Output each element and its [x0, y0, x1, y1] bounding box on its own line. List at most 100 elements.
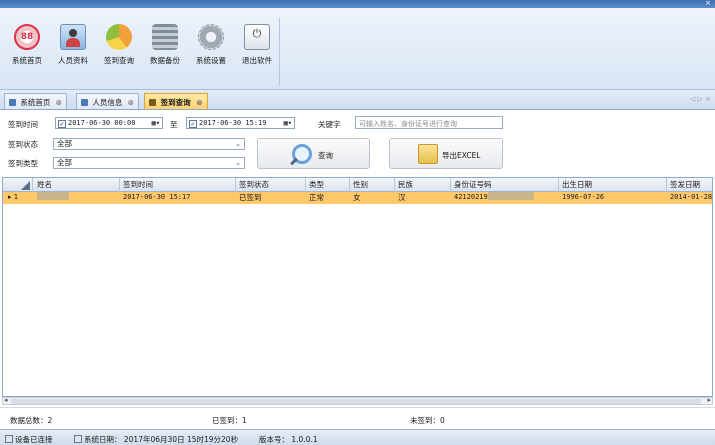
settings-button[interactable]: 系统设置	[188, 24, 234, 66]
sign-query-button[interactable]: 签到查询	[96, 24, 142, 66]
start-date-checkbox[interactable]: ✓	[58, 120, 66, 128]
version-info: 版本号： 1.0.0.1	[259, 434, 318, 445]
column-header-ethnicity[interactable]: 民族	[395, 178, 451, 192]
cell-issue-date[interactable]: 2014-01-28	[667, 192, 712, 204]
keyword-label: 关键字	[318, 120, 341, 129]
status-bar: 设备已连接 系统日期： 2017年06月30日 15时19分20秒 版本号： 1…	[0, 429, 715, 445]
unsigned-count: 未签到：0	[410, 416, 445, 425]
signed-count: 已签到：1	[212, 416, 247, 425]
personnel-button[interactable]: 人员资料	[50, 24, 96, 66]
chevron-down-icon[interactable]: ⌄	[235, 139, 241, 149]
tab-personnel-label: 人员信息	[92, 98, 123, 107]
column-header-issue-date[interactable]: 签发日期	[667, 178, 712, 192]
sign-time-label: 签到时间	[8, 120, 38, 129]
tab-navigation[interactable]: ◁ ▷ ×	[690, 95, 711, 103]
system-date-value: 2017年06月30日 15时19分20秒	[123, 435, 239, 444]
column-header-sign-time[interactable]: 签到时间	[120, 178, 236, 192]
sign-type-label: 签到类型	[8, 159, 38, 168]
column-header-type[interactable]: 类型	[306, 178, 350, 192]
device-status-text: 设备已连接	[15, 435, 53, 444]
folder-icon	[418, 144, 438, 164]
end-date-checkbox[interactable]: ✓	[189, 120, 197, 128]
tab-close-icon[interactable]: ⊗	[56, 98, 62, 107]
sign-status-value: 全部	[57, 139, 72, 148]
total-count: 数据总数：2	[10, 416, 53, 425]
column-header-name[interactable]: 姓名	[34, 178, 120, 192]
scroll-right-icon[interactable]: ▸	[707, 396, 711, 404]
tab-sign-query[interactable]: 签到查询 ⊗	[144, 93, 208, 109]
column-header-id-number[interactable]: 身份证号码	[451, 178, 559, 192]
sign-query-button-label: 签到查询	[104, 56, 134, 65]
data-backup-button[interactable]: 数据备份	[142, 24, 188, 66]
tab-personnel[interactable]: 人员信息 ⊗	[76, 93, 140, 109]
exit-button[interactable]: ⏻ 退出软件	[234, 24, 280, 66]
tab-close-icon[interactable]: ⊗	[196, 98, 202, 107]
start-date-value: 2017-06-30 00:00	[68, 119, 136, 127]
home-tab-icon	[9, 99, 16, 106]
export-excel-button[interactable]: 导出EXCEL	[389, 138, 503, 169]
cell-name[interactable]	[34, 192, 120, 204]
cell-id-number-text: 42120219	[454, 193, 488, 201]
user-tab-icon	[81, 99, 88, 106]
row-indicator[interactable]: ▸ 1	[3, 192, 33, 204]
system-date-label: 系统日期：	[84, 435, 122, 444]
end-date-value: 2017-06-30 15:19	[199, 119, 267, 127]
export-button-label: 导出EXCEL	[442, 151, 481, 160]
tab-sign-query-label: 签到查询	[160, 98, 191, 107]
tab-home-label: 系统首页	[20, 98, 51, 107]
ribbon-group-main: 88 系统首页 人员资料 签到查询 数据备份 系统设置 ⏻ 退出软件	[4, 18, 280, 86]
table-row[interactable]: ▸ 1 2017-06-30 15:17 已签到 正常 女 汉 42120219…	[3, 192, 712, 204]
cell-sign-time[interactable]: 2017-06-30 15:17	[120, 192, 236, 204]
cell-status[interactable]: 已签到	[236, 192, 306, 204]
home-button-label: 系统首页	[12, 56, 42, 65]
redacted-id	[487, 192, 534, 200]
query-tab-icon	[149, 99, 156, 106]
personnel-button-label: 人员资料	[58, 56, 88, 65]
window-titlebar: ×	[0, 0, 715, 8]
summary-bar: 数据总数：2 已签到：1 未签到：0	[0, 407, 715, 429]
home-icon: 88	[14, 24, 40, 50]
horizontal-scrollbar[interactable]: ◂ ▸	[2, 396, 713, 405]
cell-gender[interactable]: 女	[350, 192, 395, 204]
calendar-icon	[74, 435, 82, 443]
keyword-input[interactable]: 可输入姓名、身份证号进行查询	[355, 116, 503, 129]
version-label: 版本号：	[259, 435, 289, 444]
device-icon	[5, 435, 13, 443]
cell-type[interactable]: 正常	[306, 192, 350, 204]
tab-home[interactable]: 系统首页 ⊗	[4, 93, 68, 109]
row-index: 1	[13, 193, 19, 201]
select-all-corner[interactable]	[3, 178, 33, 192]
tab-close-icon[interactable]: ⊗	[128, 98, 134, 107]
home-button[interactable]: 88 系统首页	[4, 24, 50, 66]
column-header-gender[interactable]: 性别	[350, 178, 395, 192]
sign-type-select[interactable]: 全部 ⌄	[53, 157, 245, 169]
column-header-status[interactable]: 签到状态	[236, 178, 306, 192]
cell-ethnicity[interactable]: 汉	[395, 192, 451, 204]
end-date-picker[interactable]: ✓ 2017-06-30 15:19 ▦▾	[186, 117, 295, 129]
scroll-left-icon[interactable]: ◂	[4, 396, 8, 404]
system-date: 系统日期： 2017年06月30日 15时19分20秒	[74, 434, 238, 445]
ribbon-toolbar: 88 系统首页 人员资料 签到查询 数据备份 系统设置 ⏻ 退出软件	[0, 8, 715, 90]
exit-button-label: 退出软件	[242, 56, 272, 65]
calendar-dropdown-icon[interactable]: ▦▾	[284, 118, 292, 128]
settings-button-label: 系统设置	[196, 56, 226, 65]
cell-birth-date[interactable]: 1996-07-26	[559, 192, 667, 204]
power-icon: ⏻	[244, 24, 270, 50]
calendar-dropdown-icon[interactable]: ▦▾	[152, 118, 160, 128]
query-button[interactable]: 查询	[257, 138, 370, 169]
scrollbar-thumb[interactable]	[11, 399, 701, 404]
version-value: 1.0.0.1	[291, 435, 318, 444]
column-header-birth-date[interactable]: 出生日期	[559, 178, 667, 192]
pie-chart-icon	[106, 24, 132, 50]
chevron-down-icon[interactable]: ⌄	[235, 158, 241, 168]
window-close-button[interactable]: ×	[705, 0, 711, 7]
sign-status-select[interactable]: 全部 ⌄	[53, 138, 245, 150]
database-icon	[152, 24, 178, 50]
sign-status-label: 签到状态	[8, 140, 38, 149]
sign-records-grid: 姓名 签到时间 签到状态 类型 性别 民族 身份证号码 出生日期 签发日期 ▸ …	[2, 177, 713, 397]
document-tabstrip: 系统首页 ⊗ 人员信息 ⊗ 签到查询 ⊗ ◁ ▷ ×	[0, 90, 715, 110]
start-date-picker[interactable]: ✓ 2017-06-30 00:00 ▦▾	[55, 117, 163, 129]
redacted-name	[37, 192, 69, 200]
cell-id-number[interactable]: 42120219	[451, 192, 559, 204]
device-status: 设备已连接	[5, 434, 53, 445]
